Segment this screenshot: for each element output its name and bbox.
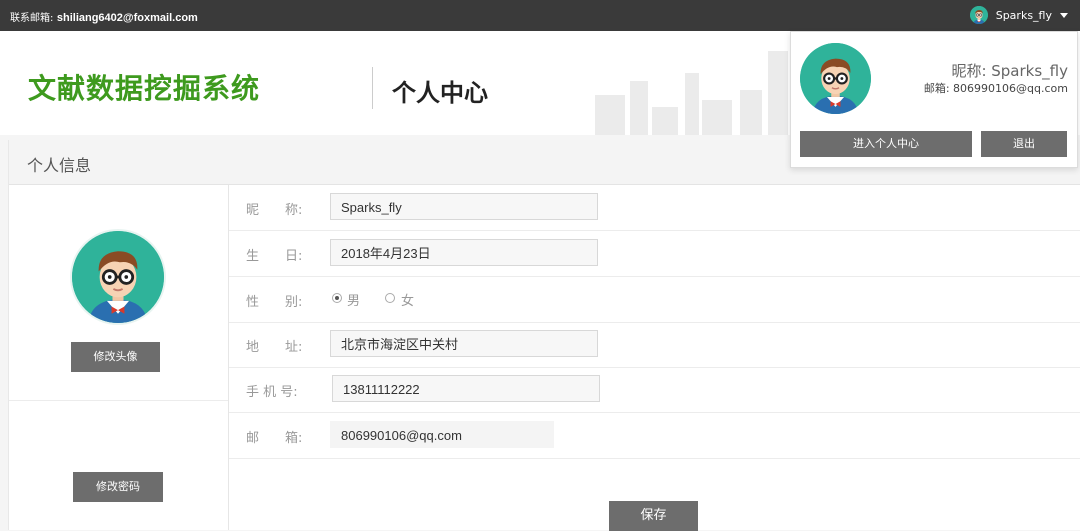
gender-male-label: 男 [347, 294, 361, 309]
address-label: 地 址: [246, 340, 303, 355]
change-password-button[interactable]: 修改密码 [73, 472, 163, 502]
username-label: Sparks_fly [995, 8, 1052, 22]
gender-female-radio[interactable] [385, 293, 395, 303]
nickname-label: 昵 称: [246, 203, 303, 218]
phone-row: 手 机 号: 13811112222 [229, 367, 1080, 413]
phone-input[interactable]: 13811112222 [332, 375, 600, 402]
phone-label: 手 机 号: [246, 385, 298, 400]
profile-avatar [72, 231, 164, 323]
city-skyline-decoration [595, 51, 788, 135]
column-divider [9, 400, 228, 401]
popup-avatar [800, 43, 871, 114]
panel-title: 个人信息 [27, 156, 92, 175]
header-divider [372, 67, 373, 109]
user-avatar-icon [969, 6, 988, 24]
user-menu-toggle[interactable]: Sparks_fly [969, 6, 1068, 24]
email-label: 邮 箱: [246, 431, 303, 446]
address-input[interactable]: 北京市海淀区中关村 [330, 330, 598, 357]
logout-button[interactable]: 退出 [981, 131, 1067, 157]
gender-male-radio[interactable] [332, 293, 342, 303]
email-row: 邮 箱: 806990106@qq.com [229, 413, 1080, 459]
app-logo[interactable]: 文献数据挖掘系统 [28, 67, 260, 107]
birthday-input[interactable]: 2018年4月23日 [330, 239, 598, 266]
gender-label: 性 别: [246, 295, 303, 310]
address-row: 地 址: 北京市海淀区中关村 [229, 322, 1080, 368]
profile-panel: 个人信息 修改头像 修改密码 昵 称: Sparks_fly 生 日: 2018… [8, 140, 1080, 531]
page-title: 个人中心 [392, 79, 488, 107]
contact-info: 联系邮箱: shiliang6402@foxmail.com [10, 9, 198, 24]
contact-label: 联系邮箱: [10, 13, 54, 24]
user-dropdown-popup: 昵称: Sparks_fly 邮箱: 806990106@qq.com 进入个人… [790, 31, 1078, 168]
top-bar: 联系邮箱: shiliang6402@foxmail.com Sparks_fl… [0, 0, 1080, 31]
gender-row: 性 别: 男 女 [229, 277, 1080, 323]
save-button[interactable]: 保存 [609, 501, 698, 531]
birthday-row: 生 日: 2018年4月23日 [229, 231, 1080, 277]
popup-email: 邮箱: 806990106@qq.com [923, 82, 1068, 95]
avatar-column: 修改头像 修改密码 [9, 185, 229, 530]
contact-email: shiliang6402@foxmail.com [56, 12, 198, 24]
email-value: 806990106@qq.com [330, 421, 554, 448]
birthday-label: 生 日: [246, 249, 303, 264]
gender-female-label: 女 [401, 294, 415, 309]
popup-nickname: 昵称: Sparks_fly [951, 62, 1068, 80]
change-avatar-button[interactable]: 修改头像 [71, 342, 160, 372]
enter-profile-center-button[interactable]: 进入个人中心 [800, 131, 972, 157]
caret-down-icon [1060, 12, 1068, 18]
nickname-input[interactable]: Sparks_fly [330, 193, 598, 220]
nickname-row: 昵 称: Sparks_fly [229, 185, 1080, 231]
